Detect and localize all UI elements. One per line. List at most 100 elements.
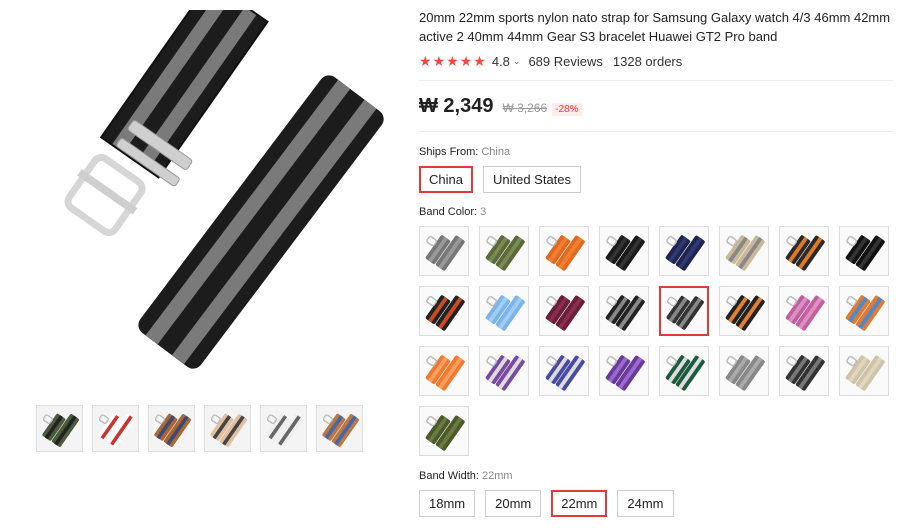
color-swatch-army-green[interactable] [479,226,529,276]
color-swatch-burgundy[interactable] [539,286,589,336]
band-width-label-text: Band Width: [419,470,482,482]
band-width-value: 22mm [481,470,513,482]
divider [419,131,893,132]
swatch-image [425,235,465,271]
thumbnail-size-chart[interactable] [92,405,139,452]
rating-stars: ★ ★ ★ ★ ★ [419,54,486,68]
current-price: ₩ 2,349 [419,95,494,117]
ships-from-option-united-states[interactable]: United States [482,166,582,193]
thumbnail-strip [36,405,363,452]
star-icon: ★ [473,53,486,69]
thumbnail-image [266,413,303,447]
swatch-image [845,295,885,331]
star-icon: ★ [432,53,446,69]
color-swatch-purple-stripe[interactable] [479,346,529,396]
thumbnail-image [322,413,359,447]
nato-strap-image [64,0,384,369]
ships-from-options: China United States [419,166,893,193]
color-swatch-black-2[interactable] [839,226,889,276]
swatch-image [725,295,765,331]
swatch-image [845,355,885,391]
band-color-label: Band Color: 3 [419,206,893,220]
product-info: 20mm 22mm sports nylon nato strap for Sa… [419,8,893,517]
band-width-option-24mm[interactable]: 24mm [617,490,674,517]
color-swatch-beige-grey[interactable] [719,226,769,276]
original-price: ₩ 3,266 [502,101,548,115]
color-swatch-grey-2[interactable] [719,346,769,396]
thumbnail-image [98,413,135,447]
color-swatch-black-grey[interactable] [659,286,709,336]
thumbnail-image [42,413,79,447]
star-icon: ★ [419,53,432,69]
main-product-image[interactable] [20,0,390,395]
color-swatch-black[interactable] [599,226,649,276]
color-swatch-dark-grey[interactable] [779,346,829,396]
swatch-image [605,295,645,331]
color-swatch-black-orange[interactable] [779,226,829,276]
band-color-value: 3 [480,206,487,218]
ships-from-option-china[interactable]: China [419,166,473,193]
band-width-option-22mm[interactable]: 22mm [551,490,608,517]
band-width-label: Band Width: 22mm [419,470,893,484]
color-swatch-orange-2[interactable] [419,346,469,396]
color-swatch-black-red-stripe[interactable] [419,286,469,336]
divider [419,80,893,81]
swatch-image [425,355,465,391]
thumbnail-watch-green[interactable] [36,405,83,452]
price-row: ₩ 2,349 ₩ 3,266 -28% [419,95,893,121]
color-swatch-black-grey-stripe[interactable] [599,286,649,336]
swatch-image [425,415,465,451]
swatch-image [666,295,704,330]
band-color-swatches [419,226,893,456]
color-swatch-olive[interactable] [419,406,469,456]
swatch-image [485,295,525,331]
thumbnail-tools[interactable] [260,405,307,452]
thumbnail-image [210,413,247,447]
color-swatch-light-blue[interactable] [479,286,529,336]
color-swatch-rainbow[interactable] [839,286,889,336]
band-width-option-20mm[interactable]: 20mm [485,490,542,517]
orders-count: 1328 orders [612,53,683,69]
reviews-link[interactable]: 689 Reviews [528,54,602,69]
discount-badge: -28% [552,103,582,116]
color-swatch-grey[interactable] [419,226,469,276]
swatch-image [785,235,825,271]
rating-value[interactable]: 4.8 [492,54,510,69]
swatch-image [485,355,525,391]
ships-from-label: Ships From: China [419,146,893,160]
rating-row: ★ ★ ★ ★ ★ 4.8 ⌄ 689 Reviews 1328 orders [419,52,893,70]
band-width-options: 18mm 20mm 22mm 24mm [419,490,893,517]
color-swatch-purple[interactable] [599,346,649,396]
color-swatch-navy[interactable] [659,226,709,276]
star-icon: ★ [459,53,473,69]
swatch-image [725,235,765,271]
band-width-option-18mm[interactable]: 18mm [419,490,476,517]
swatch-image [785,355,825,391]
color-swatch-green-white[interactable] [659,346,709,396]
color-swatch-blue-purple[interactable] [539,346,589,396]
color-swatch-orange[interactable] [539,226,589,276]
thumbnail-straps-variety[interactable] [148,405,195,452]
swatch-image [605,355,645,391]
ships-from-value: China [481,146,511,158]
swatch-image [845,235,885,271]
band-color-label-text: Band Color: [419,206,481,218]
product-title: 20mm 22mm sports nylon nato strap for Sa… [419,10,891,44]
swatch-image [545,295,585,331]
color-swatch-khaki[interactable] [839,346,889,396]
swatch-image [665,355,705,391]
swatch-image [785,295,825,331]
swatch-image [545,235,585,271]
thumbnail-straps-collage[interactable] [316,405,363,452]
chevron-down-icon[interactable]: ⌄ [513,56,521,67]
color-swatch-pink-purple[interactable] [779,286,829,336]
swatch-image [545,355,585,391]
swatch-image [425,295,465,331]
swatch-image [665,235,705,271]
color-swatch-black-orange-2[interactable] [719,286,769,336]
swatch-image [485,235,525,271]
thumbnail-image [154,413,191,447]
ships-from-label-text: Ships From: [419,146,482,158]
star-icon: ★ [446,53,459,69]
thumbnail-wrist-photo[interactable] [204,405,251,452]
